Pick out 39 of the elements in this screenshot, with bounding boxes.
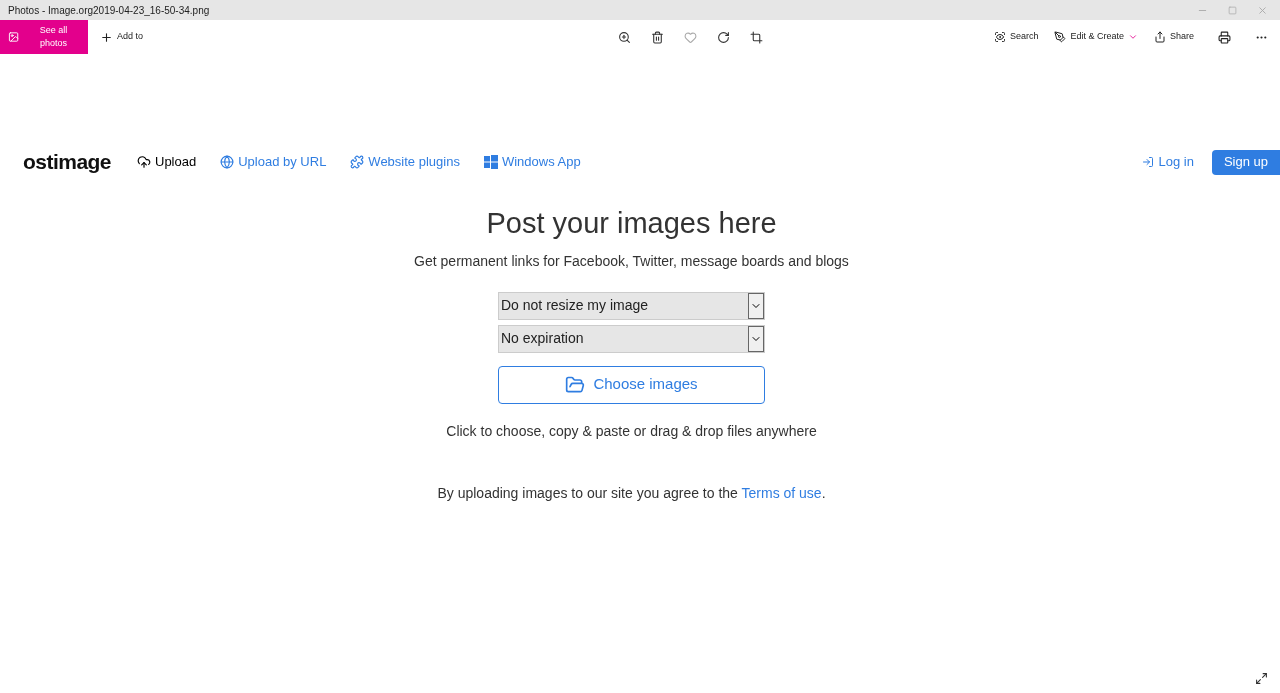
nav-link[interactable]: Upload by URL <box>220 152 327 172</box>
add-to-button[interactable]: Add to <box>92 30 152 44</box>
share-icon <box>1153 31 1166 43</box>
terms-link[interactable]: Terms of use <box>741 484 822 501</box>
logo[interactable]: ostimage <box>23 146 111 178</box>
search-icon <box>993 31 1006 43</box>
window-title: Photos - Image.org2019-04-23_16-50-34.png <box>8 3 210 18</box>
print-icon[interactable] <box>1218 30 1231 44</box>
page-heading: Post your images here <box>486 206 777 241</box>
trash-icon[interactable] <box>651 30 665 44</box>
search-button[interactable]: Search <box>993 30 1039 44</box>
caret-icon <box>1127 32 1138 42</box>
url-icon <box>220 155 235 169</box>
zoom-icon[interactable] <box>618 30 632 44</box>
nav-link[interactable]: Upload <box>137 152 197 172</box>
signup-button[interactable]: Sign up <box>1211 149 1280 175</box>
crop-icon[interactable] <box>750 30 764 44</box>
plus-icon <box>100 30 113 44</box>
choose-images-button[interactable]: Choose images <box>498 365 765 404</box>
login-link[interactable]: Log in <box>1142 152 1194 172</box>
rotate-icon[interactable] <box>717 30 731 44</box>
fullscreen-icon[interactable] <box>1255 672 1268 685</box>
select-dropdown[interactable]: Do not resize my image <box>498 291 765 320</box>
nav-link[interactable]: Website plugins <box>350 152 460 172</box>
upload-hint: Click to choose, copy & paste or drag & drop files anywhere <box>446 421 817 441</box>
terms-text: By uploading images to our site you agree to the Terms of use. <box>437 483 826 503</box>
login-icon <box>1142 156 1155 168</box>
edit-icon <box>1054 31 1067 43</box>
picture-icon <box>8 31 20 43</box>
nav-link[interactable]: Windows App <box>483 152 581 172</box>
share-button[interactable]: Share <box>1153 30 1194 44</box>
upload-icon <box>137 155 151 169</box>
edit-button[interactable]: Edit & Create <box>1054 30 1138 44</box>
page-subheading: Get permanent links for Facebook, Twitter, message boards and blogs <box>414 251 849 271</box>
select-dropdown[interactable]: No expiration <box>498 324 765 353</box>
see-all-photos-button[interactable]: See all photos <box>0 20 88 54</box>
windows-logo-icon <box>483 155 498 169</box>
plugins-icon <box>350 155 365 169</box>
folder-icon <box>565 374 586 395</box>
